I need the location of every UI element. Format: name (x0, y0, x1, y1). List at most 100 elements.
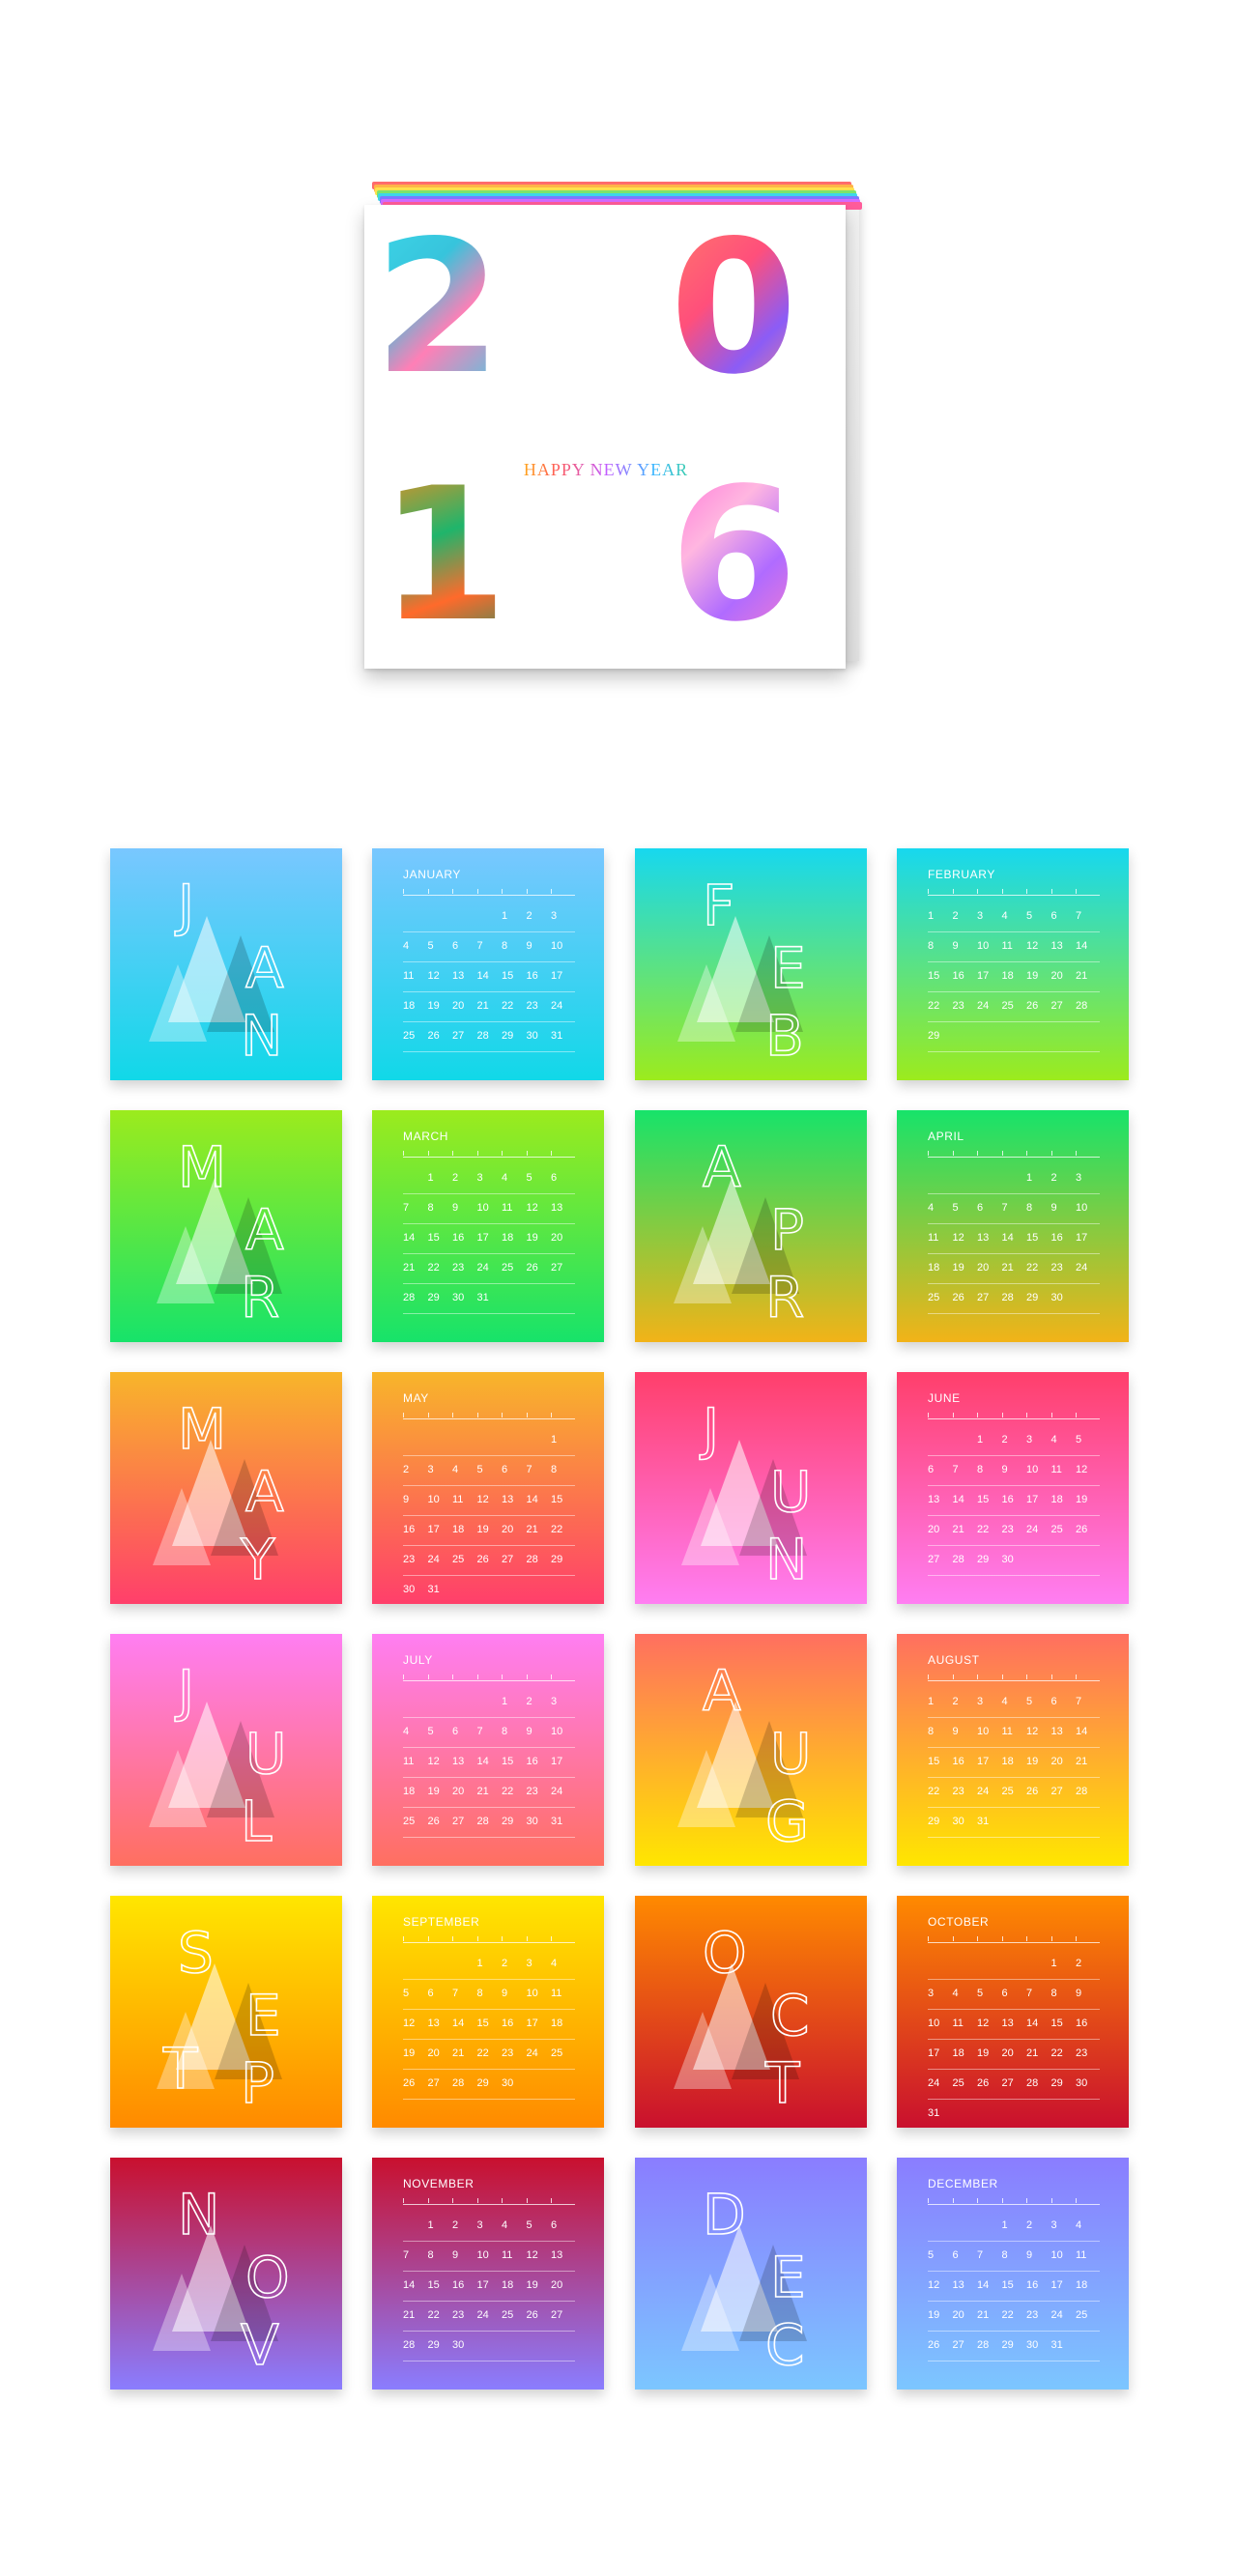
day-number: 29 (427, 1292, 440, 1303)
day-number: 3 (427, 1464, 434, 1475)
day-number: 12 (1026, 1726, 1039, 1737)
day-number: 18 (1076, 2279, 1088, 2291)
day-number: 10 (1026, 1464, 1039, 1475)
day-number: 2 (452, 1172, 459, 1184)
art-letter: G (764, 1789, 810, 1854)
week-row: 15 16 17 18 19 20 21 (928, 1748, 1100, 1778)
week-row: 16 17 18 19 20 21 22 (403, 1516, 575, 1546)
week-row: 4 5 6 7 8 9 10 (403, 1718, 575, 1748)
day-number: 15 (476, 2018, 489, 2029)
day-number: 23 (1001, 1524, 1014, 1535)
weekday-tick (427, 1936, 429, 1941)
day-number: 14 (1001, 1232, 1014, 1244)
month-calendar-november: NOVEMBER 1 2 3 4 5 6 7 8 9 10 11 12 13 14 15 16 17 18 19 20 2… (372, 2158, 604, 2390)
day-number: 18 (1001, 970, 1014, 982)
month-name: FEBRUARY (928, 868, 995, 881)
day-number: 5 (952, 1202, 959, 1214)
day-number: 23 (452, 1262, 465, 1274)
day-number: 17 (1076, 1232, 1088, 1244)
day-number: 17 (977, 970, 990, 982)
day-number: 22 (1026, 1262, 1039, 1274)
weekday-tick (1076, 889, 1077, 894)
art-letter: O (245, 2245, 290, 2310)
day-number: 1 (928, 1696, 935, 1707)
day-number: 17 (526, 2018, 538, 2029)
weekday-tick (1076, 1674, 1077, 1679)
art-letter: A (702, 1134, 741, 1200)
month-calendar-april: APRIL 1 2 3 4 5 6 7 8 9 10 11 12 13 14 15 16 17 18 19 20 21 22… (897, 1110, 1129, 1342)
art-letter: M (177, 1396, 227, 1462)
month-art-january: JAN (110, 848, 342, 1080)
day-number: 20 (452, 1000, 465, 1012)
month-calendar-february: FEBRUARY 1 2 3 4 5 6 7 8 9 10 11 12 13 14 15 16 17 18 19 20 2… (897, 848, 1129, 1080)
day-number: 10 (427, 1494, 440, 1505)
day-number: 16 (1001, 1494, 1014, 1505)
day-number: 11 (1001, 1726, 1013, 1737)
week-row: 27 28 29 30 (928, 1546, 1100, 1576)
day-number: 9 (452, 1202, 459, 1214)
weekday-tick (452, 1413, 453, 1417)
weekday-tick (928, 1936, 929, 1941)
month-calendar-august: AUGUST 1 2 3 4 5 6 7 8 9 10 11 12 13 14 15 16 17 18 19 20 21 2… (897, 1634, 1129, 1866)
day-number: 3 (551, 910, 558, 922)
month-calendar-january: JANUARY 1 2 3 4 5 6 7 8 9 10 11 12 13 14 15 16 17 18 19 20 21… (372, 848, 604, 1080)
weekday-tick (1050, 1413, 1052, 1417)
day-number: 11 (928, 1232, 939, 1244)
day-number: 29 (977, 1554, 990, 1565)
day-number: 27 (977, 1292, 990, 1303)
day-number: 18 (551, 2018, 563, 2029)
day-number: 5 (526, 1172, 532, 1184)
day-number: 2 (502, 1958, 508, 1969)
day-number: 12 (1026, 940, 1039, 952)
day-number: 1 (977, 1434, 984, 1445)
day-number: 25 (502, 2309, 514, 2321)
weekday-tick (1001, 1674, 1003, 1679)
week-row: 21 22 23 24 25 26 27 (403, 2302, 575, 2332)
day-number: 28 (952, 1554, 964, 1565)
month-name: JULY (403, 1653, 433, 1667)
weekday-ruler (403, 1157, 575, 1158)
day-number: 30 (502, 2077, 514, 2089)
weekday-ruler (928, 895, 1100, 896)
day-number: 19 (526, 1232, 538, 1244)
weekday-ruler (928, 1680, 1100, 1681)
art-letter: A (245, 1459, 284, 1525)
day-number: 19 (526, 2279, 538, 2291)
month-art-september: SEPT (110, 1896, 342, 2128)
day-grid: 1 2 3 4 5 6 7 8 9 10 11 12 13 14 15 16 17 18 19 20 21 22 23 24 2… (403, 1426, 575, 1604)
year-digit-0: 0 (670, 201, 798, 415)
weekday-tick (526, 1674, 528, 1679)
weekday-ruler (403, 1942, 575, 1943)
weekday-tick (502, 1151, 503, 1156)
day-number: 24 (977, 1000, 990, 1012)
day-number: 3 (1076, 1172, 1082, 1184)
weekday-tick (526, 889, 528, 894)
weekday-tick (526, 1151, 528, 1156)
art-letter: J (177, 1658, 195, 1724)
day-grid: 1 2 3 4 5 6 7 8 9 10 11 12 13 14 15 16 17 18 19 20 21 22 23 24 2… (928, 2212, 1100, 2361)
art-letter: P (769, 1197, 805, 1263)
day-number: 17 (427, 1524, 440, 1535)
day-number: 22 (977, 1524, 990, 1535)
day-number: 14 (952, 1494, 964, 1505)
month-art-august: AUG (635, 1634, 867, 1866)
day-number: 29 (1026, 1292, 1039, 1303)
week-row: 6 7 8 9 10 11 12 (928, 1456, 1100, 1486)
day-number: 30 (1050, 1292, 1063, 1303)
day-number: 4 (952, 1988, 959, 1999)
day-number: 19 (403, 2047, 416, 2059)
day-number: 28 (1001, 1292, 1014, 1303)
day-number: 16 (952, 1756, 964, 1767)
weekday-tick (977, 1413, 978, 1417)
day-number: 29 (551, 1554, 563, 1565)
day-number: 11 (452, 1494, 464, 1505)
day-number: 8 (1050, 1988, 1057, 1999)
week-row: 4 5 6 7 8 9 10 (403, 932, 575, 962)
month-name: JUNE (928, 1391, 961, 1405)
art-letter: F (702, 873, 735, 938)
day-number: 10 (551, 1726, 563, 1737)
week-row: 7 8 9 10 11 12 13 (403, 1194, 575, 1224)
day-number: 18 (452, 1524, 465, 1535)
day-number: 26 (403, 2077, 416, 2089)
day-number: 6 (452, 1726, 459, 1737)
